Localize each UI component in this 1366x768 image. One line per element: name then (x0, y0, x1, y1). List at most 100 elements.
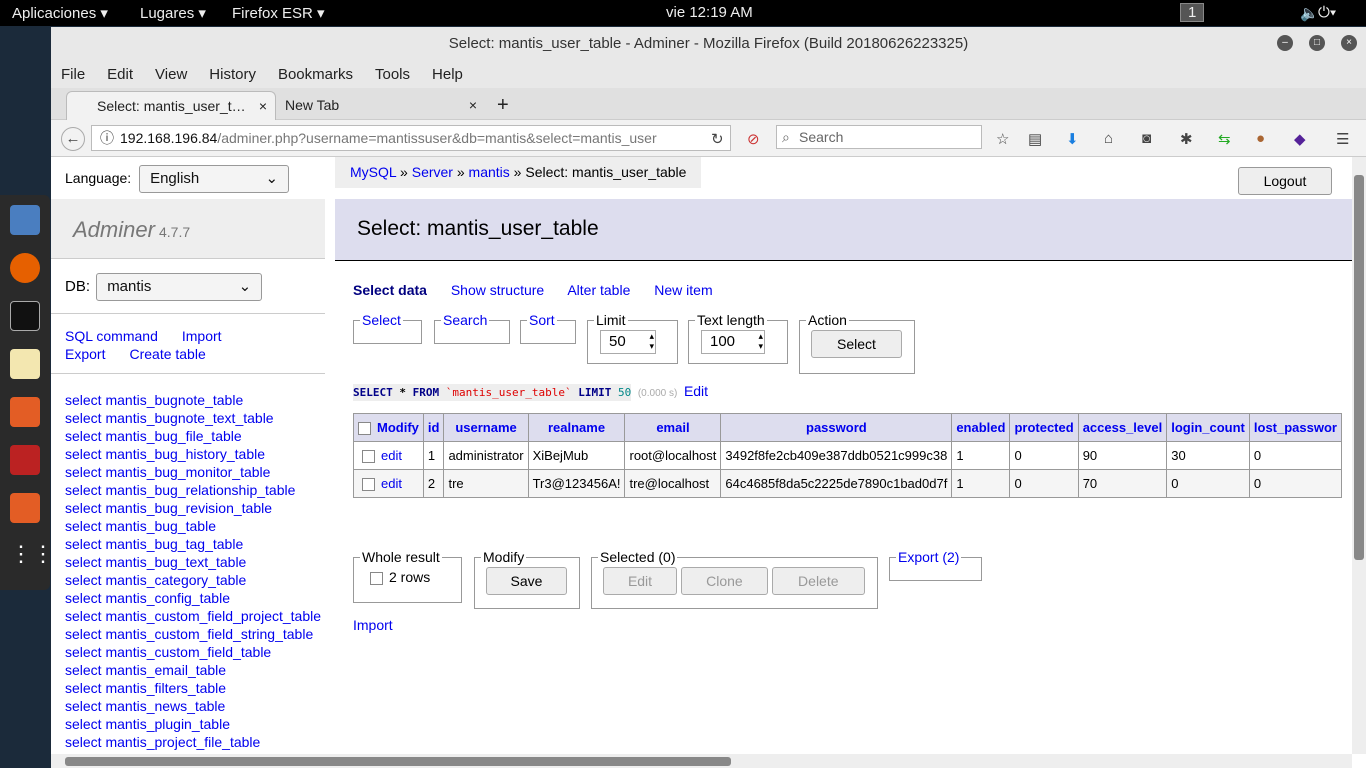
create-table-link[interactable]: Create table (129, 346, 205, 362)
column-header[interactable]: realname (527, 413, 626, 442)
sidebar-table-link[interactable]: select mantis_bug_text_table (65, 553, 321, 571)
column-label[interactable]: username (455, 420, 516, 435)
bookmark-star-icon[interactable]: ☆ (996, 130, 1009, 148)
breadcrumb-server[interactable]: Server (412, 164, 453, 180)
breadcrumb-mysql[interactable]: MySQL (350, 164, 396, 180)
column-header[interactable]: id (422, 413, 445, 442)
clone-button[interactable]: Clone (680, 567, 768, 595)
burp-icon[interactable] (10, 397, 40, 427)
column-header[interactable]: username (443, 413, 529, 442)
menu-file[interactable]: File (61, 66, 85, 83)
sidebar-table-link[interactable]: select mantis_bug_file_table (65, 427, 321, 445)
row-checkbox[interactable] (362, 450, 375, 464)
show-structure-link[interactable]: Show structure (451, 282, 544, 298)
menu-edit[interactable]: Edit (107, 66, 133, 83)
sql-command-link[interactable]: SQL command (65, 328, 158, 344)
menu-help[interactable]: Help (432, 66, 463, 83)
sort-toggle[interactable]: Sort (529, 312, 555, 328)
sidebar-table-link[interactable]: select mantis_custom_field_string_table (65, 625, 321, 643)
home-icon[interactable]: ⌂ (1104, 130, 1113, 147)
sidebar-table-link[interactable]: select mantis_news_table (65, 697, 321, 715)
menu-view[interactable]: View (155, 66, 187, 83)
workspace-indicator[interactable]: 1 (1180, 3, 1205, 22)
menu-history[interactable]: History (209, 66, 256, 83)
limit-input[interactable]: 50 ▴ ▾ (600, 330, 656, 354)
new-tab-button[interactable]: + (489, 91, 509, 120)
search-fieldset[interactable]: Search (434, 312, 510, 344)
search-toggle[interactable]: Search (443, 312, 487, 328)
noscript-icon[interactable]: ⊘ (747, 130, 760, 148)
sidebar-table-link[interactable]: select mantis_bug_revision_table (65, 499, 321, 517)
sidebar-table-link[interactable]: select mantis_bugnote_table (65, 391, 321, 409)
menu-bookmarks[interactable]: Bookmarks (278, 66, 353, 83)
language-select[interactable]: English ⌄ (139, 165, 290, 193)
close-tab-icon[interactable]: × (259, 92, 267, 121)
export-fieldset[interactable]: Export (2) (889, 549, 982, 581)
column-label[interactable]: protected (1014, 420, 1073, 435)
db-select[interactable]: mantis ⌄ (96, 273, 263, 301)
maximize-button[interactable]: □ (1309, 35, 1325, 51)
sidebar-table-link[interactable]: select mantis_category_table (65, 571, 321, 589)
column-label[interactable]: realname (548, 420, 605, 435)
minimize-button[interactable]: – (1277, 35, 1293, 51)
sidebar-table-link[interactable]: select mantis_project_file_table (65, 733, 321, 751)
tab-new[interactable]: New Tab × (277, 91, 487, 120)
row-modify-cell[interactable]: edit (353, 469, 424, 498)
applications-menu[interactable]: Aplicaciones ▾ (12, 4, 108, 22)
column-label[interactable]: login_count (1171, 420, 1245, 435)
info-icon[interactable]: ⓘ (100, 126, 114, 150)
select-all-checkbox[interactable] (358, 422, 371, 436)
whole-result-checkbox[interactable] (370, 571, 383, 585)
select-data-link[interactable]: Select data (353, 282, 427, 298)
alter-table-link[interactable]: Alter table (567, 282, 630, 298)
export-link[interactable]: Export (65, 346, 105, 362)
extension-icon[interactable]: ✱ (1180, 130, 1193, 148)
edit-selected-button[interactable]: Edit (603, 567, 677, 595)
vertical-scrollbar[interactable] (1352, 157, 1366, 754)
app-icon[interactable] (10, 445, 40, 475)
tab-active[interactable]: Select: mantis_user_t… × (66, 91, 276, 120)
power-icon[interactable]: ⏻▾ (1318, 4, 1336, 21)
column-header[interactable]: protected (1009, 413, 1079, 442)
column-header[interactable]: enabled (951, 413, 1011, 442)
sidebar-table-link[interactable]: select mantis_bug_history_table (65, 445, 321, 463)
column-header[interactable]: lost_passwor (1248, 413, 1342, 442)
edit-row-link[interactable]: edit (381, 448, 402, 463)
extension-icon[interactable]: ◆ (1294, 130, 1306, 148)
sidebar-table-link[interactable]: select mantis_custom_field_project_table (65, 607, 321, 625)
cookie-icon[interactable]: ● (1256, 130, 1265, 147)
volume-icon[interactable]: 🔈 (1300, 4, 1319, 22)
column-label[interactable]: password (806, 420, 867, 435)
sidebar-table-link[interactable]: select mantis_bug_relationship_table (65, 481, 321, 499)
column-label[interactable]: email (656, 420, 689, 435)
logo-text[interactable]: Adminer (73, 217, 155, 243)
app-menu[interactable]: Firefox ESR ▾ (232, 4, 325, 22)
save-button[interactable]: Save (486, 567, 567, 595)
menu-tools[interactable]: Tools (375, 66, 410, 83)
select-submit-button[interactable]: Select (811, 330, 902, 358)
horizontal-scrollbar[interactable] (51, 754, 1352, 768)
spinner-icon[interactable]: ▴ ▾ (758, 331, 763, 351)
sidebar-table-link[interactable]: select mantis_bugnote_text_table (65, 409, 321, 427)
url-bar[interactable]: ⓘ 192.168.196.84/adminer.php?username=man… (91, 125, 731, 151)
select-toggle[interactable]: Select (362, 312, 401, 328)
sidebar-table-link[interactable]: select mantis_bug_table (65, 517, 321, 535)
hamburger-menu-icon[interactable]: ☰ (1336, 130, 1349, 148)
new-item-link[interactable]: New item (654, 282, 712, 298)
column-label[interactable]: access_level (1083, 420, 1163, 435)
column-header[interactable]: login_count (1166, 413, 1250, 442)
text-length-input[interactable]: 100 ▴ ▾ (701, 330, 765, 354)
breadcrumb-db[interactable]: mantis (469, 164, 510, 180)
sort-fieldset[interactable]: Sort (520, 312, 576, 344)
import-link[interactable]: Import (353, 617, 393, 633)
show-apps-icon[interactable]: ⋮⋮ (10, 541, 54, 571)
delete-button[interactable]: Delete (771, 567, 865, 595)
sidebar-table-link[interactable]: select mantis_email_table (65, 661, 321, 679)
column-header[interactable]: access_level (1077, 413, 1168, 442)
edit-row-link[interactable]: edit (381, 476, 402, 491)
app-icon[interactable] (10, 493, 40, 523)
firefox-icon[interactable] (10, 253, 40, 283)
scroll-thumb[interactable] (65, 757, 731, 766)
places-menu[interactable]: Lugares ▾ (140, 4, 206, 22)
close-tab-icon[interactable]: × (469, 91, 477, 120)
